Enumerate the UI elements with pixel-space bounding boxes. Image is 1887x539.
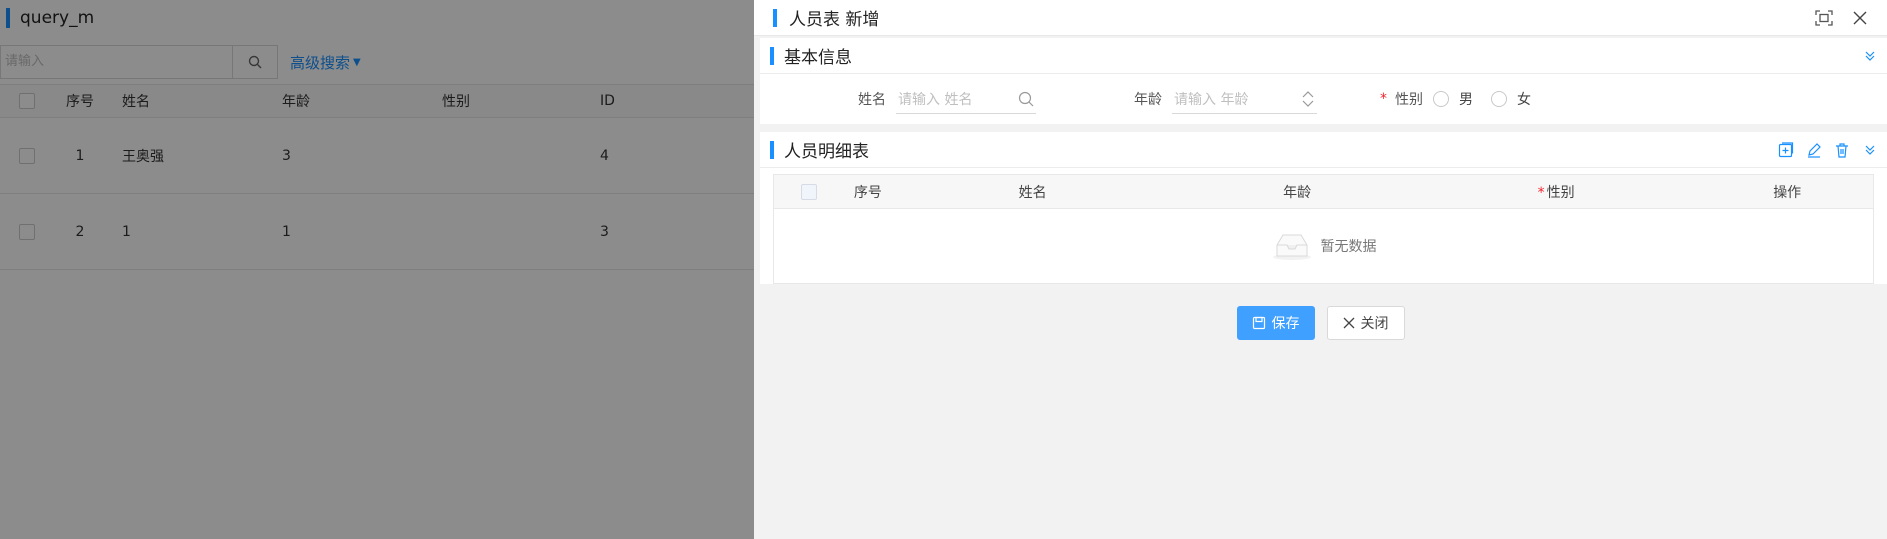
column-header: 操作 [1773, 184, 1802, 201]
section-title: 人员明细表 [784, 142, 869, 162]
detail-table: 序号 姓名 年龄 * 性别 操作 暂无数据 [773, 174, 1874, 284]
save-button[interactable]: 保存 [1236, 306, 1315, 340]
basic-form-row: 姓名 请输入 姓名 年龄 请输入 年龄 * 性别 男 女 [760, 74, 1887, 124]
drawer-header: 人员表 新增 [754, 0, 1887, 36]
empty-state: 暂无数据 [774, 209, 1873, 283]
select-all-cell [774, 183, 844, 200]
sex-label: 性别 [1395, 92, 1423, 108]
age-label: 年龄 [1134, 92, 1162, 108]
section-header: 人员明细表 [760, 132, 1887, 168]
close-button[interactable]: 关闭 [1326, 306, 1405, 340]
stepper-arrows-icon[interactable] [1301, 89, 1315, 109]
save-label: 保存 [1271, 316, 1300, 332]
name-label: 姓名 [858, 92, 886, 108]
basic-info-section: 基本信息 姓名 请输入 姓名 年龄 请输入 年龄 * 性别 男 女 [760, 38, 1887, 124]
empty-text: 暂无数据 [1320, 239, 1377, 255]
radio-female[interactable] [1491, 91, 1507, 107]
age-placeholder: 请输入 年龄 [1174, 91, 1249, 108]
section-title: 基本信息 [784, 48, 852, 68]
sex-required-mark: * [1380, 91, 1387, 107]
add-row-icon[interactable] [1775, 139, 1797, 161]
select-all-checkbox[interactable] [800, 183, 817, 200]
title-accent-bar [773, 8, 777, 27]
name-field[interactable]: 请输入 姓名 [896, 84, 1036, 114]
radio-male-label[interactable]: 男 [1459, 89, 1473, 109]
age-stepper[interactable]: 请输入 年龄 [1172, 84, 1317, 114]
section-accent-bar [770, 46, 774, 65]
fullscreen-icon[interactable] [1813, 7, 1835, 29]
drawer-header-actions [1813, 0, 1871, 36]
section-header: 基本信息 [760, 38, 1887, 74]
delete-icon[interactable] [1831, 139, 1853, 161]
close-label: 关闭 [1360, 316, 1389, 332]
detail-table-header: 序号 姓名 年龄 * 性别 操作 [774, 175, 1873, 209]
column-header: 年龄 [1283, 184, 1312, 201]
section-actions [1859, 38, 1881, 74]
collapse-icon[interactable] [1859, 139, 1881, 161]
detail-section: 人员明细表 序号 姓名 年龄 * 性别 操作 暂无数据 [760, 132, 1887, 284]
section-actions [1775, 132, 1881, 168]
column-header: 姓名 [1018, 184, 1047, 201]
close-icon[interactable] [1849, 7, 1871, 29]
save-icon [1252, 316, 1265, 330]
radio-female-label[interactable]: 女 [1517, 89, 1531, 109]
search-icon [1018, 91, 1034, 106]
sex-radio-group: 男 女 [1433, 89, 1549, 109]
add-drawer: 人员表 新增 基本信息 姓名 请输入 姓名 年龄 请输入 年龄 * 性别 男 女… [754, 0, 1887, 539]
drawer-footer: 保存 关闭 [754, 297, 1887, 349]
name-placeholder: 请输入 姓名 [898, 91, 973, 108]
drawer-title: 人员表 新增 [789, 10, 880, 30]
close-icon [1343, 317, 1354, 329]
empty-inbox-icon [1272, 234, 1311, 260]
radio-male[interactable] [1433, 91, 1449, 107]
collapse-icon[interactable] [1859, 45, 1881, 67]
column-header: 序号 [853, 184, 882, 201]
column-header-sex: * 性别 [1537, 184, 1575, 201]
section-accent-bar [770, 140, 774, 159]
edit-icon[interactable] [1803, 139, 1825, 161]
